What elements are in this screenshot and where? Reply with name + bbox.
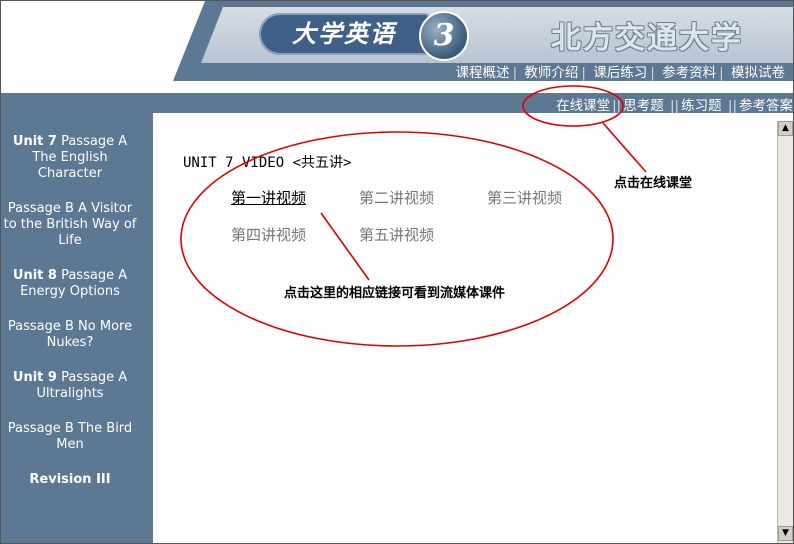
- sidebar-item-unit9-passage-b[interactable]: Passage B The Bird Men: [1, 421, 139, 453]
- sidebar-item-unit7-passage-a[interactable]: Unit 7 Passage A The English Character: [1, 134, 139, 182]
- header-banner: 大学英语 3 北方交通大学 课程概述 | 教师介绍 | 课后练习 | 参考资料 | 模拟…: [1, 1, 793, 91]
- school-name: 北方交通大学: [551, 21, 743, 56]
- course-volume-badge: 3: [419, 11, 469, 61]
- subnav-exercises[interactable]: 练习题: [681, 98, 722, 114]
- sidebar-item-unit8-passage-a[interactable]: Unit 8 Passage A Energy Options: [1, 268, 139, 300]
- sidebar-unit-label: Unit 9: [12, 370, 57, 385]
- sidebar-item-label: Passage B No More Nukes?: [7, 319, 133, 350]
- sub-nav: 在线课堂 || 思考题 || 练习题 || 参考答案: [556, 98, 793, 114]
- course-title-logo: 大学英语: [259, 13, 429, 55]
- nav-course-overview[interactable]: 课程概述: [456, 65, 510, 81]
- sidebar-item-revision[interactable]: Revision III: [1, 472, 139, 488]
- video-link-5[interactable]: 第五讲视频: [359, 224, 434, 245]
- sidebar-item-label: Passage B The Bird Men: [7, 421, 133, 452]
- video-link-4[interactable]: 第四讲视频: [231, 224, 306, 245]
- sidebar-unit-label: Unit 8: [12, 268, 57, 283]
- nav-homework[interactable]: 课后练习: [593, 65, 647, 81]
- sidebar-item-unit8-passage-b[interactable]: Passage B No More Nukes?: [1, 319, 139, 351]
- nav-teacher-intro[interactable]: 教师介绍: [524, 65, 578, 81]
- subnav-online-class[interactable]: 在线课堂: [556, 98, 610, 114]
- sidebar-unit-label: Unit 7: [12, 134, 57, 149]
- video-link-1[interactable]: 第一讲视频: [231, 187, 306, 208]
- vertical-scrollbar[interactable]: ▲ ▼: [777, 121, 793, 543]
- scroll-down-icon[interactable]: ▼: [778, 526, 793, 541]
- subnav-answers[interactable]: 参考答案: [739, 98, 793, 114]
- scroll-up-icon[interactable]: ▲: [778, 121, 793, 136]
- sidebar-unit-label: Revision III: [29, 472, 111, 487]
- scroll-track[interactable]: [779, 137, 792, 257]
- sidebar-item-label: Passage B A Visitor to the British Way o…: [3, 201, 137, 248]
- annotation-video-links: 点击这里的相应链接可看到流媒体课件: [284, 286, 506, 301]
- sidebar-item-unit7-passage-b[interactable]: Passage B A Visitor to the British Way o…: [1, 201, 139, 249]
- nav-mock-exam[interactable]: 模拟试卷: [731, 65, 785, 81]
- page-title: UNIT 7 VIDEO <共五讲>: [183, 155, 352, 171]
- video-link-2[interactable]: 第二讲视频: [359, 187, 434, 208]
- sidebar-item-unit9-passage-a[interactable]: Unit 9 Passage A Ultralights: [1, 370, 139, 402]
- browser-frame: 大学英语 3 北方交通大学 课程概述 | 教师介绍 | 课后练习 | 参考资料 | 模拟…: [0, 0, 794, 544]
- annotation-online-class: 点击在线课堂: [614, 176, 693, 191]
- video-link-3[interactable]: 第三讲视频: [487, 187, 562, 208]
- top-nav: 课程概述 | 教师介绍 | 课后练习 | 参考资料 | 模拟试卷: [455, 65, 785, 81]
- subnav-thinking-questions[interactable]: 思考题: [623, 98, 664, 114]
- nav-references[interactable]: 参考资料: [662, 65, 716, 81]
